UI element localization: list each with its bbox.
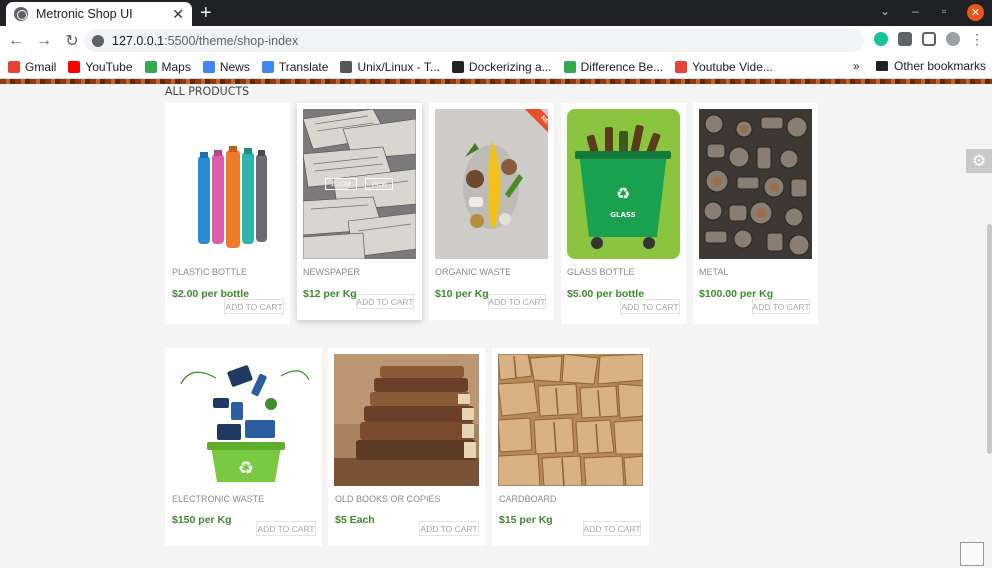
new-badge: NEW <box>524 109 548 144</box>
product-name[interactable]: PLASTIC BOTTLE <box>172 267 247 277</box>
close-tab-icon[interactable]: ✕ <box>172 6 184 23</box>
add-to-cart-button[interactable]: ADD TO CART <box>752 299 810 314</box>
product-image-newspaper[interactable]: ZOOM VIEW <box>303 109 416 259</box>
link-icon <box>451 60 464 73</box>
diamond-icon <box>340 60 353 73</box>
folder-icon <box>876 61 888 71</box>
product-card[interactable]: CARDBOARD $15 per Kg ADD TO CART <box>492 348 649 546</box>
browser-tab-bar: Metronic Shop UI ✕ + ⌄ – ▫ ✕ <box>0 0 992 26</box>
svg-text:♻: ♻ <box>238 458 254 479</box>
product-name[interactable]: NEWSPAPER <box>303 267 360 277</box>
page-scrollbar[interactable] <box>987 84 992 568</box>
forward-icon[interactable]: → <box>32 32 56 50</box>
product-card[interactable]: ♻ GLASS GLASS BOTTLE $5.00 per bottle AD… <box>561 103 686 324</box>
product-price: $5 Each <box>335 514 375 526</box>
menu-kebab-icon[interactable]: ⋮ <box>970 32 984 46</box>
header-decoration-strip <box>0 79 992 84</box>
product-price: $15 per Kg <box>499 514 553 526</box>
product-name[interactable]: OLD BOOKS OR COPIES <box>335 494 441 504</box>
grammarly-icon[interactable] <box>874 32 888 46</box>
profile-avatar-icon[interactable] <box>946 32 960 46</box>
bookmark-translate[interactable]: Translate <box>261 60 328 74</box>
maps-icon <box>144 60 157 73</box>
bookmark-maps[interactable]: Maps <box>144 60 191 74</box>
bookmark-dockerizing[interactable]: Dockerizing a... <box>451 60 552 74</box>
reload-icon[interactable]: ↻ <box>60 31 84 51</box>
bookmark-difference[interactable]: Difference Be... <box>563 60 663 74</box>
product-image-old-books[interactable] <box>334 354 479 486</box>
bookmark-youtube[interactable]: YouTube <box>68 60 133 74</box>
url-text: 127.0.0.1:5500/theme/shop-index <box>112 33 299 48</box>
add-to-cart-button[interactable]: ADD TO CART <box>224 299 284 314</box>
gmail-icon <box>8 60 20 73</box>
product-image-organic-waste[interactable]: NEW <box>435 109 548 259</box>
broken-image-icon <box>960 542 984 566</box>
svg-text:GLASS: GLASS <box>610 211 635 219</box>
add-to-cart-button[interactable]: ADD TO CART <box>620 299 680 314</box>
address-bar[interactable]: 127.0.0.1:5500/theme/shop-index <box>84 29 864 52</box>
add-to-cart-button[interactable]: ADD TO CART <box>256 521 316 536</box>
product-price: $12 per Kg <box>303 288 357 300</box>
product-image-plastic-bottle[interactable] <box>172 110 284 258</box>
product-image-metal[interactable] <box>699 109 812 259</box>
tab-title: Metronic Shop UI <box>36 7 133 21</box>
browser-tab[interactable]: Metronic Shop UI ✕ <box>6 2 192 26</box>
new-tab-button[interactable]: + <box>200 3 212 23</box>
product-name[interactable]: ELECTRONIC WASTE <box>172 494 264 504</box>
product-card[interactable]: ZOOM VIEW NEWSPAPER $12 per Kg ADD TO CA… <box>297 103 422 320</box>
more-bookmarks-chevron-icon[interactable]: » <box>853 59 860 73</box>
product-price: $150 per Kg <box>172 514 232 526</box>
product-card[interactable]: NEW ORGANIC WASTE $10 per Kg ADD TO CART <box>429 103 554 320</box>
extensions-area: ⋮ <box>874 32 984 46</box>
bookmarks-bar: Gmail YouTube Maps News Translate Unix/L… <box>0 55 992 79</box>
add-to-cart-button[interactable]: ADD TO CART <box>488 294 546 309</box>
product-image-cardboard[interactable] <box>498 354 643 486</box>
product-name[interactable]: GLASS BOTTLE <box>567 267 635 277</box>
bookmark-news[interactable]: News <box>202 60 250 74</box>
product-image-glass-bottle[interactable]: ♻ GLASS <box>567 109 680 259</box>
tab-search-icon[interactable]: ⌄ <box>880 4 890 18</box>
extensions-puzzle-icon[interactable] <box>898 32 912 46</box>
scroll-thumb[interactable] <box>987 224 992 454</box>
add-to-cart-button[interactable]: ADD TO CART <box>583 521 641 536</box>
product-name[interactable]: CARDBOARD <box>499 494 557 504</box>
back-icon[interactable]: ← <box>4 32 28 50</box>
doc-icon <box>563 60 576 73</box>
globe-icon <box>14 7 28 21</box>
add-to-cart-button[interactable]: ADD TO CART <box>356 294 414 309</box>
product-name[interactable]: METAL <box>699 267 728 277</box>
minimize-icon[interactable]: – <box>912 4 919 18</box>
bookmark-unix-linux[interactable]: Unix/Linux - T... <box>340 60 440 74</box>
product-card[interactable]: PLASTIC BOTTLE $2.00 per bottle ADD TO C… <box>165 103 290 324</box>
add-to-cart-button[interactable]: ADD TO CART <box>419 521 479 536</box>
site-info-icon[interactable] <box>92 34 104 47</box>
view-button[interactable]: VIEW <box>365 178 393 190</box>
side-panel-icon[interactable] <box>922 32 936 46</box>
product-card[interactable]: ♻ ELECTRONIC WASTE $150 per Kg ADD TO CA… <box>165 348 322 546</box>
restore-icon[interactable]: ▫ <box>942 4 946 18</box>
window-close-icon[interactable]: ✕ <box>967 4 984 21</box>
product-image-electronic-waste[interactable]: ♻ <box>171 354 316 486</box>
other-bookmarks[interactable]: Other bookmarks <box>876 59 986 73</box>
product-card[interactable]: OLD BOOKS OR COPIES $5 Each ADD TO CART <box>328 348 485 546</box>
section-title: ALL PRODUCTS <box>165 84 250 99</box>
svg-text:♻: ♻ <box>616 184 630 203</box>
product-name[interactable]: ORGANIC WASTE <box>435 267 511 277</box>
news-icon <box>202 60 215 73</box>
product-card[interactable]: METAL $100.00 per Kg ADD TO CART <box>693 103 818 324</box>
bookmark-youtube-video[interactable]: Youtube Vide... <box>675 60 773 74</box>
youtube-icon <box>68 60 81 73</box>
video-icon <box>675 60 688 73</box>
product-price: $10 per Kg <box>435 288 489 300</box>
zoom-button[interactable]: ZOOM <box>325 178 357 190</box>
bookmark-gmail[interactable]: Gmail <box>8 60 56 74</box>
browser-toolbar: ← → ↻ 127.0.0.1:5500/theme/shop-index ⋮ <box>0 26 992 55</box>
translate-icon <box>261 60 274 73</box>
